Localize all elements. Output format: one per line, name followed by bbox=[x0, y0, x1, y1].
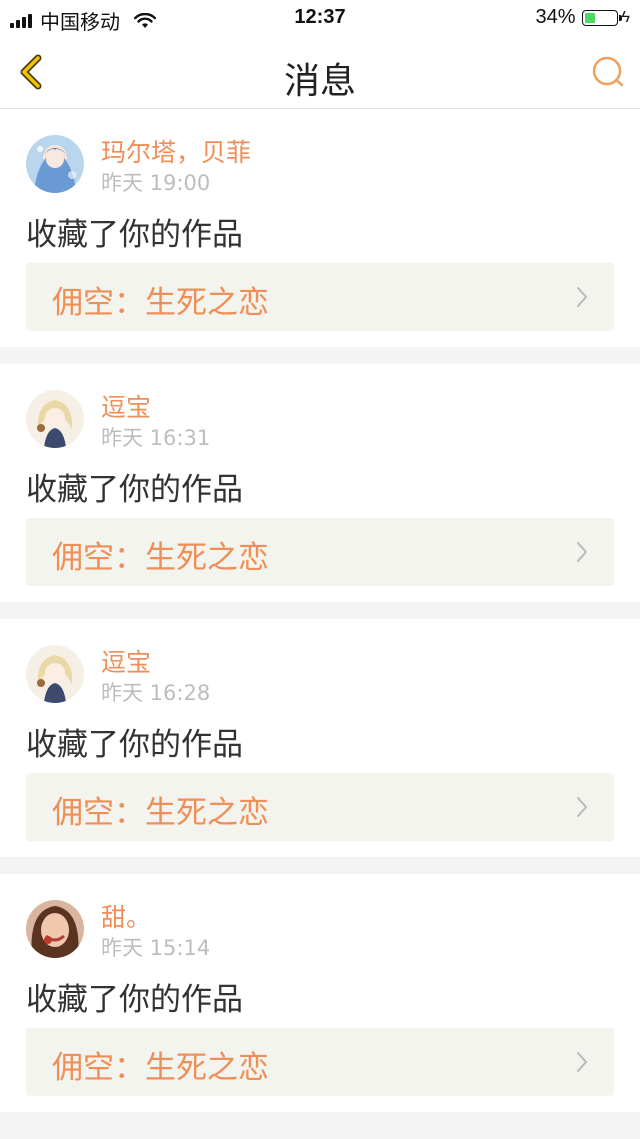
avatar-blonde-anime-icon bbox=[26, 390, 84, 448]
message-time: 昨天 19:00 bbox=[101, 171, 211, 195]
avatar[interactable] bbox=[26, 900, 84, 958]
message-card: 甜。 昨天 15:14 收藏了你的作品 佣空：生死之恋 bbox=[0, 874, 640, 1112]
avatar[interactable] bbox=[26, 390, 84, 448]
chevron-right-icon bbox=[577, 542, 587, 562]
user-name[interactable]: 逗宝 bbox=[101, 643, 151, 679]
nav-bar: 消息 bbox=[0, 34, 640, 109]
work-title: 佣空：生死之恋 bbox=[52, 285, 269, 321]
avatar[interactable] bbox=[26, 645, 84, 703]
work-link[interactable]: 佣空：生死之恋 bbox=[26, 263, 614, 331]
message-action: 收藏了你的作品 bbox=[26, 727, 243, 763]
battery-percent: 34% bbox=[535, 6, 576, 28]
chevron-right-icon bbox=[577, 797, 587, 817]
avatar-blue-anime-icon bbox=[26, 135, 84, 193]
user-name[interactable]: 玛尔塔，贝菲 bbox=[101, 133, 251, 169]
battery-nub bbox=[618, 14, 622, 21]
chevron-right-icon bbox=[577, 1052, 587, 1072]
search-button[interactable] bbox=[590, 54, 626, 90]
chevron-right-icon bbox=[577, 287, 587, 307]
work-title: 佣空：生死之恋 bbox=[52, 795, 269, 831]
user-name[interactable]: 逗宝 bbox=[101, 388, 151, 424]
battery-level-fill bbox=[584, 12, 595, 23]
status-right: 34% ϟ bbox=[536, 6, 631, 29]
battery-icon bbox=[581, 9, 622, 26]
work-link[interactable]: 佣空：生死之恋 bbox=[26, 518, 614, 586]
status-bar: 中国移动 12:37 34% ϟ bbox=[0, 0, 640, 34]
message-card: 逗宝 昨天 16:28 收藏了你的作品 佣空：生死之恋 bbox=[0, 619, 640, 857]
message-action: 收藏了你的作品 bbox=[26, 982, 243, 1018]
message-action: 收藏了你的作品 bbox=[26, 472, 243, 508]
user-name[interactable]: 甜。 bbox=[101, 898, 151, 934]
message-time: 昨天 15:14 bbox=[101, 936, 211, 960]
charging-bolt-icon: ϟ bbox=[621, 8, 630, 26]
avatar[interactable] bbox=[26, 135, 84, 193]
message-card: 玛尔塔，贝菲 昨天 19:00 收藏了你的作品 佣空：生死之恋 bbox=[0, 109, 640, 347]
message-time: 昨天 16:31 bbox=[101, 426, 211, 450]
message-time: 昨天 16:28 bbox=[101, 681, 211, 705]
search-icon bbox=[592, 56, 624, 87]
page-title: 消息 bbox=[283, 61, 356, 102]
work-title: 佣空：生死之恋 bbox=[52, 540, 269, 576]
work-link[interactable]: 佣空：生死之恋 bbox=[26, 773, 614, 841]
message-card: 逗宝 昨天 16:31 收藏了你的作品 佣空：生死之恋 bbox=[0, 364, 640, 602]
message-action: 收藏了你的作品 bbox=[26, 217, 243, 253]
avatar-photo-girl-icon bbox=[26, 900, 84, 958]
work-title: 佣空：生死之恋 bbox=[52, 1050, 269, 1086]
work-link[interactable]: 佣空：生死之恋 bbox=[26, 1028, 614, 1096]
message-list: 玛尔塔，贝菲 昨天 19:00 收藏了你的作品 佣空：生死之恋 逗宝 昨天 16… bbox=[0, 109, 640, 1129]
avatar-blonde-anime-icon bbox=[26, 645, 84, 703]
